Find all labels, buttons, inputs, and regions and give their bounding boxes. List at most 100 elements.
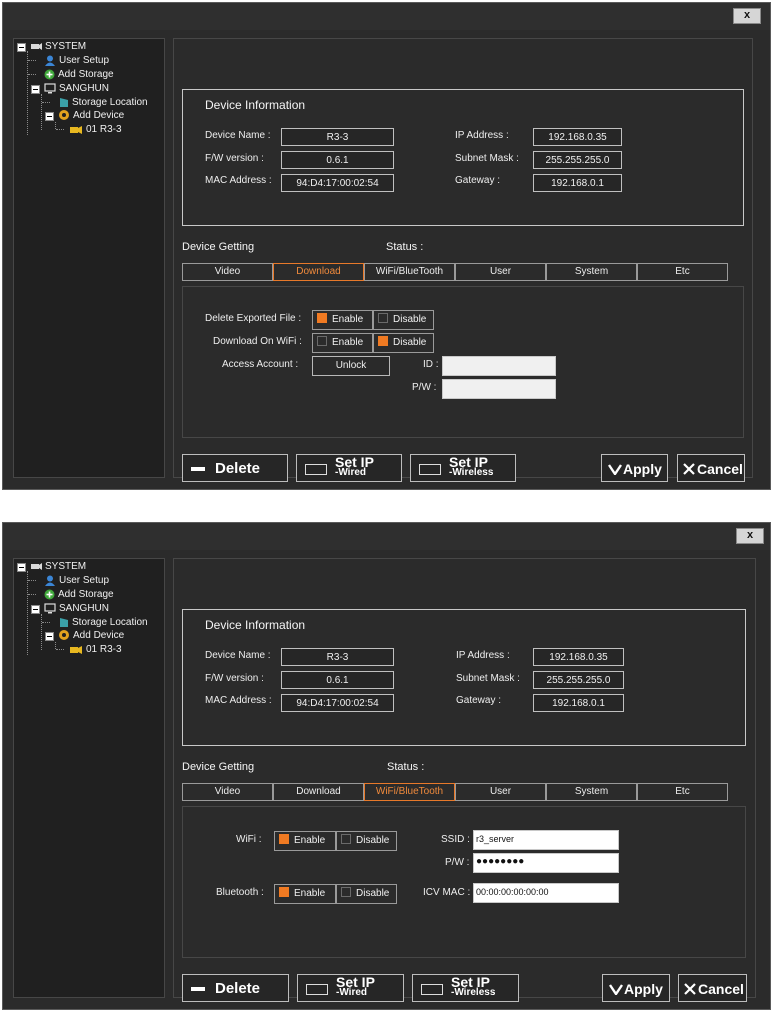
- tree-item-add-storage[interactable]: Add Storage: [44, 68, 114, 81]
- set-ip-wired-button[interactable]: Set IP -Wired: [297, 974, 404, 1002]
- gateway-value: 192.168.0.1: [533, 694, 624, 712]
- device-setting-label: Device Getting: [182, 761, 255, 773]
- close-icon: [684, 983, 696, 995]
- tab-system[interactable]: System: [546, 783, 637, 801]
- wifi-pw-label: P/W :: [445, 857, 470, 868]
- ssid-input[interactable]: r3_server: [473, 830, 619, 850]
- tree-item-storage-location[interactable]: Storage Location: [58, 96, 148, 109]
- tree-item-sanghun[interactable]: SANGHUN: [44, 82, 109, 95]
- tree-item-device-01[interactable]: 01 R3-3: [69, 643, 122, 656]
- download-wifi-disable[interactable]: Disable: [373, 333, 434, 353]
- tab-download[interactable]: Download: [273, 263, 364, 281]
- checkbox-checked-icon: [378, 336, 388, 347]
- ssid-label: SSID :: [441, 834, 470, 845]
- keyboard-icon: [419, 464, 441, 475]
- collapse-icon[interactable]: [31, 85, 40, 94]
- subnet-label: Subnet Mask :: [456, 673, 520, 684]
- fw-value: 0.6.1: [281, 671, 394, 689]
- monitor-icon: [44, 603, 56, 614]
- wifi-pw-input[interactable]: ●●●●●●●●: [473, 853, 619, 873]
- tab-wifi-bluetooth[interactable]: WiFi/BlueTooth: [364, 263, 455, 281]
- mac-label: MAC Address :: [205, 175, 272, 186]
- user-icon: [45, 575, 55, 586]
- tab-etc[interactable]: Etc: [637, 783, 728, 801]
- apply-button[interactable]: Apply: [601, 454, 668, 482]
- tree-item-system[interactable]: SYSTEM: [30, 40, 86, 53]
- subnet-value: 255.255.255.0: [533, 671, 624, 689]
- bluetooth-label: Bluetooth :: [216, 887, 264, 898]
- tree-item-add-storage[interactable]: Add Storage: [44, 588, 114, 601]
- delete-button[interactable]: Delete: [182, 454, 288, 482]
- tab-video[interactable]: Video: [182, 263, 273, 281]
- download-wifi-label: Download On WiFi :: [213, 336, 302, 347]
- tab-system[interactable]: System: [546, 263, 637, 281]
- device-tree: SYSTEM User Setup Add Storage SANGHUN St…: [13, 558, 165, 998]
- wifi-enable[interactable]: Enable: [274, 831, 336, 851]
- checkbox-checked-icon: [279, 834, 289, 845]
- access-account-label: Access Account :: [222, 359, 299, 370]
- ip-value: 192.168.0.35: [533, 648, 624, 666]
- cancel-button[interactable]: Cancel: [677, 454, 745, 482]
- close-button[interactable]: x: [736, 528, 764, 544]
- id-input[interactable]: [442, 356, 556, 376]
- checkbox-checked-icon: [317, 313, 327, 324]
- tree-item-system[interactable]: SYSTEM: [30, 560, 86, 573]
- tab-etc[interactable]: Etc: [637, 263, 728, 281]
- settings-panel: Device Information Device Name : R3-3 F/…: [173, 558, 756, 1002]
- camera-device-icon: [70, 645, 82, 654]
- icv-mac-input[interactable]: 00:00:00:00:00:00: [473, 883, 619, 903]
- check-icon: [609, 984, 623, 995]
- collapse-icon[interactable]: [31, 605, 40, 614]
- close-button[interactable]: x: [733, 8, 761, 24]
- pw-label: P/W :: [412, 382, 437, 393]
- collapse-icon[interactable]: [17, 43, 26, 52]
- storage-icon: [60, 617, 68, 627]
- tab-download[interactable]: Download: [273, 783, 364, 801]
- keyboard-icon: [305, 464, 327, 475]
- storage-icon: [60, 97, 68, 107]
- tree-item-sanghun[interactable]: SANGHUN: [44, 602, 109, 615]
- download-wifi-enable[interactable]: Enable: [312, 333, 373, 353]
- tree-item-user-setup[interactable]: User Setup: [44, 574, 109, 587]
- gateway-value: 192.168.0.1: [533, 174, 622, 192]
- wifi-disable[interactable]: Disable: [336, 831, 397, 851]
- fw-value: 0.6.1: [281, 151, 394, 169]
- delete-exported-enable[interactable]: Enable: [312, 310, 373, 330]
- device-info-title: Device Information: [205, 98, 306, 112]
- user-icon: [45, 55, 55, 66]
- settings-panel: Device Information Device Name : R3-3 F/…: [173, 38, 753, 482]
- keyboard-icon: [421, 984, 443, 995]
- collapse-icon[interactable]: [45, 112, 54, 121]
- add-icon: [44, 589, 55, 600]
- keyboard-icon: [306, 984, 328, 995]
- set-ip-wired-button[interactable]: Set IP -Wired: [296, 454, 402, 482]
- tree-item-storage-location[interactable]: Storage Location: [58, 616, 148, 629]
- tree-item-add-device[interactable]: Add Device: [58, 109, 124, 122]
- settings-window-download: x SYSTEM User Setup Add Storage SANGHUN …: [2, 2, 771, 490]
- collapse-icon[interactable]: [45, 632, 54, 641]
- set-ip-wireless-button[interactable]: Set IP -Wireless: [412, 974, 519, 1002]
- tab-user[interactable]: User: [455, 783, 546, 801]
- collapse-icon[interactable]: [17, 563, 26, 572]
- camera-device-icon: [70, 125, 82, 134]
- tab-video[interactable]: Video: [182, 783, 273, 801]
- delete-exported-disable[interactable]: Disable: [373, 310, 434, 330]
- delete-button[interactable]: Delete: [182, 974, 289, 1002]
- tab-wifi-bluetooth[interactable]: WiFi/BlueTooth: [364, 783, 455, 801]
- tree-item-device-01[interactable]: 01 R3-3: [69, 123, 122, 136]
- cancel-button[interactable]: Cancel: [678, 974, 747, 1002]
- apply-button[interactable]: Apply: [602, 974, 670, 1002]
- bluetooth-enable[interactable]: Enable: [274, 884, 336, 904]
- tab-user[interactable]: User: [455, 263, 546, 281]
- settings-tabs: Video Download WiFi/BlueTooth User Syste…: [182, 783, 728, 801]
- set-ip-wireless-button[interactable]: Set IP -Wireless: [410, 454, 516, 482]
- bluetooth-disable[interactable]: Disable: [336, 884, 397, 904]
- minus-icon: [191, 467, 205, 471]
- pw-input[interactable]: [442, 379, 556, 399]
- unlock-button[interactable]: Unlock: [312, 356, 390, 376]
- tree-item-add-device[interactable]: Add Device: [58, 629, 124, 642]
- mac-label: MAC Address :: [205, 695, 272, 706]
- delete-exported-label: Delete Exported File :: [205, 313, 302, 324]
- tree-item-user-setup[interactable]: User Setup: [44, 54, 109, 67]
- device-info-box: Device Information Device Name : R3-3 F/…: [182, 89, 744, 226]
